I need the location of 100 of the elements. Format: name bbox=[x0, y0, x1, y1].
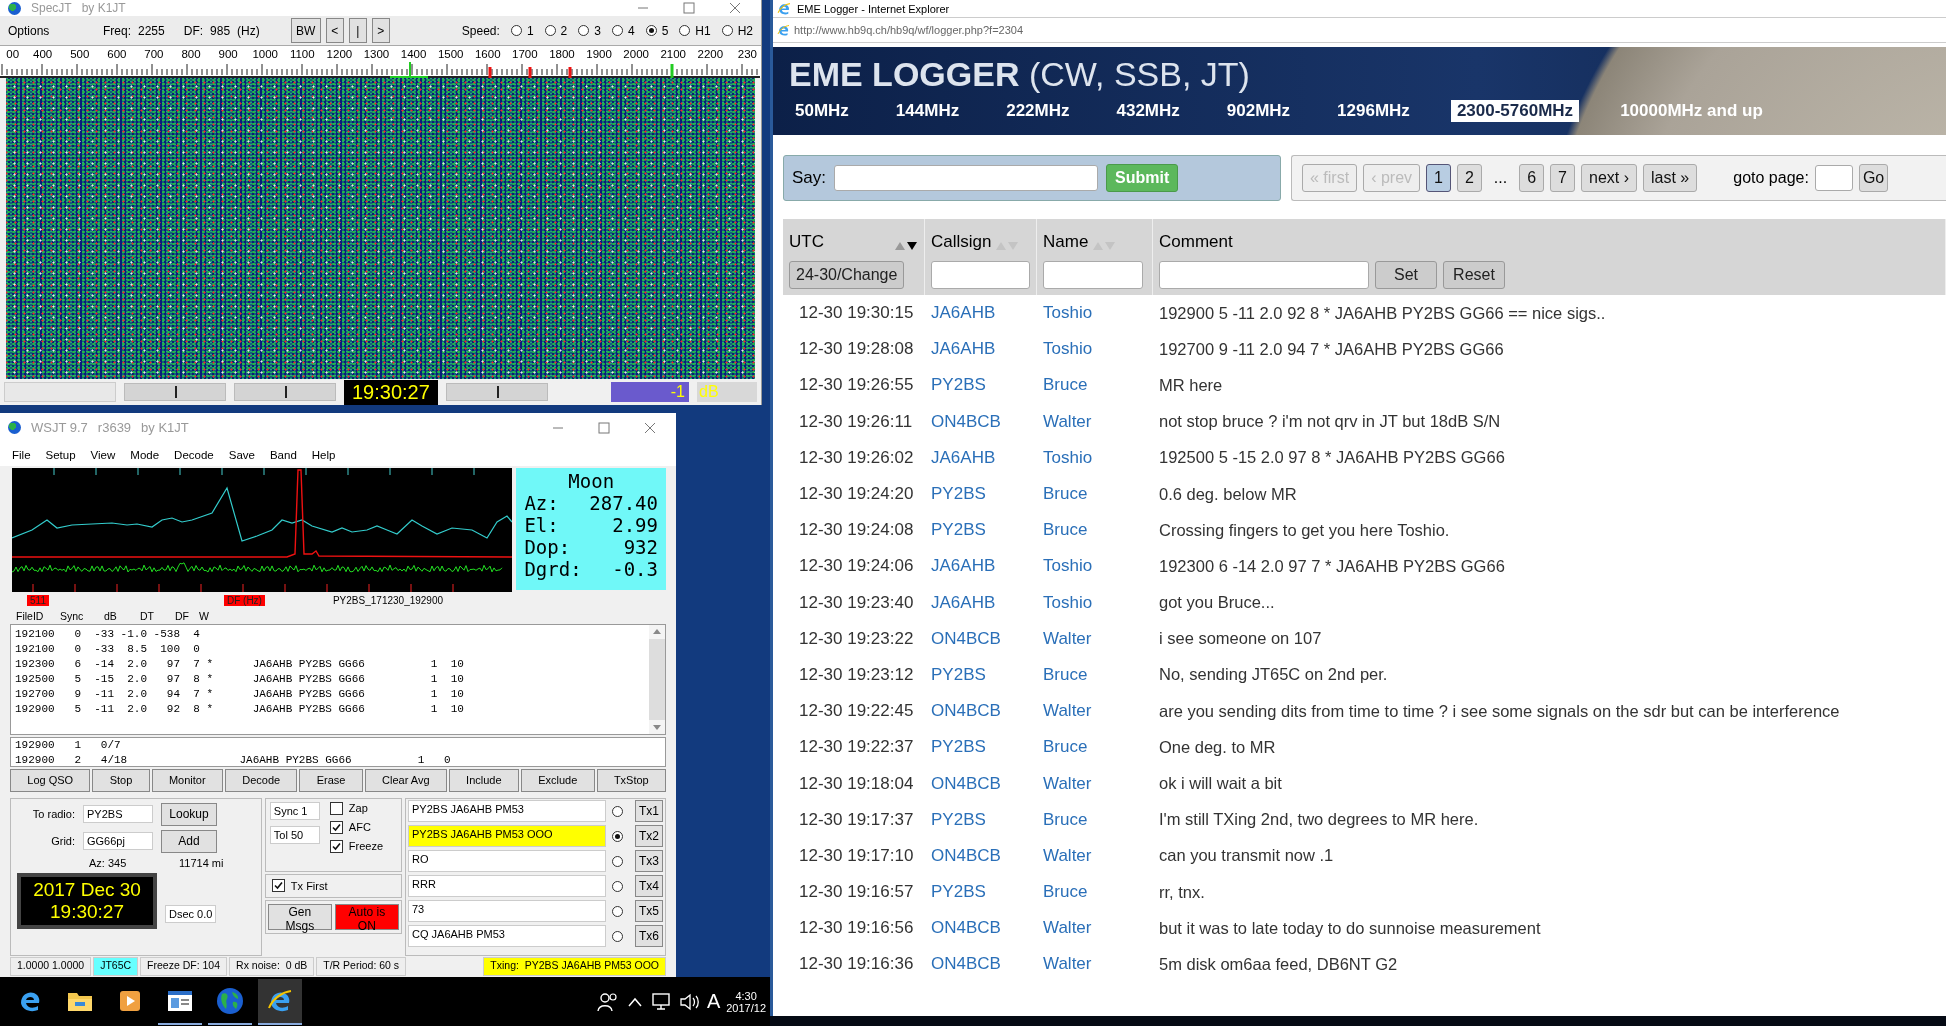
taskbar-date[interactable]: 2017/12 bbox=[726, 1001, 766, 1014]
tolerance-field[interactable]: Tol 50 bbox=[269, 825, 320, 844]
speed-radio[interactable] bbox=[578, 25, 590, 36]
tx-message-field[interactable]: PY2BS JA6AHB PM53 bbox=[408, 800, 606, 823]
network-icon[interactable] bbox=[650, 991, 673, 1012]
callsign-link[interactable]: ON4BCB bbox=[925, 628, 1037, 649]
bw-button[interactable]: BW bbox=[290, 18, 321, 43]
callsign-link[interactable]: JA6AHB bbox=[925, 592, 1037, 613]
auto-button[interactable]: Auto is ON bbox=[334, 903, 399, 930]
callsign-field[interactable]: PY2BS bbox=[83, 805, 153, 824]
say-input[interactable] bbox=[834, 165, 1099, 191]
callsign-link[interactable]: PY2BS bbox=[925, 882, 1037, 903]
sync-field[interactable]: Sync 1 bbox=[269, 801, 320, 820]
slider-track[interactable] bbox=[234, 383, 336, 401]
callsign-link[interactable]: ON4BCB bbox=[925, 845, 1037, 866]
tx-button[interactable]: Tx4 bbox=[635, 875, 663, 898]
speed-radio[interactable] bbox=[611, 25, 623, 36]
page-button[interactable]: next › bbox=[1581, 164, 1637, 192]
action-button[interactable]: Log QSO bbox=[10, 768, 91, 792]
name-link[interactable]: Toshio bbox=[1037, 447, 1153, 468]
band-tab[interactable]: 222MHz bbox=[1000, 100, 1076, 122]
scrollbar[interactable] bbox=[649, 625, 665, 734]
column-header[interactable]: Callsign bbox=[931, 232, 992, 252]
name-link[interactable]: Toshio bbox=[1037, 556, 1153, 577]
callsign-link[interactable]: PY2BS bbox=[925, 375, 1037, 396]
name-link[interactable]: Bruce bbox=[1037, 664, 1153, 685]
scroll-up-icon[interactable] bbox=[649, 625, 665, 639]
close-icon[interactable] bbox=[729, 2, 741, 14]
menu-item[interactable]: Band bbox=[269, 448, 297, 461]
dsec-field[interactable]: Dsec 0.0 bbox=[165, 904, 217, 923]
volume-icon[interactable] bbox=[678, 991, 701, 1012]
input-method-indicator[interactable]: A bbox=[706, 990, 721, 1013]
tx-radio[interactable] bbox=[612, 805, 623, 817]
go-button[interactable]: Go bbox=[1858, 164, 1889, 192]
checkbox[interactable] bbox=[329, 839, 343, 853]
tx-button[interactable]: Tx2 bbox=[635, 825, 663, 848]
tx-message-field[interactable]: RRR bbox=[408, 875, 606, 898]
name-link[interactable]: Walter bbox=[1037, 918, 1153, 939]
band-tab[interactable]: 2300-5760MHz bbox=[1450, 100, 1580, 122]
action-button[interactable]: Stop bbox=[92, 768, 150, 792]
name-link[interactable]: Toshio bbox=[1037, 339, 1153, 360]
action-button[interactable]: Erase bbox=[299, 768, 363, 792]
column-header[interactable]: Name bbox=[1043, 232, 1089, 252]
action-button[interactable]: TxStop bbox=[596, 768, 667, 792]
checkbox[interactable] bbox=[271, 879, 285, 893]
goto-input[interactable] bbox=[1814, 165, 1853, 191]
menu-item[interactable]: Help bbox=[311, 448, 336, 461]
tx-message-field[interactable]: CQ JA6AHB PM53 bbox=[408, 925, 606, 948]
column-header[interactable]: Comment bbox=[1159, 232, 1233, 252]
callsign-link[interactable]: JA6AHB bbox=[925, 339, 1037, 360]
callsign-link[interactable]: JA6AHB bbox=[925, 447, 1037, 468]
callsign-link[interactable]: PY2BS bbox=[925, 520, 1037, 541]
callsign-link[interactable]: JA6AHB bbox=[925, 303, 1037, 324]
date-range-button[interactable]: 24-30/Change bbox=[789, 261, 905, 289]
menu-item[interactable]: Decode bbox=[174, 448, 214, 461]
page-button[interactable]: 1 bbox=[1426, 164, 1451, 192]
column-header[interactable]: UTC bbox=[789, 232, 824, 252]
slider-track[interactable] bbox=[124, 383, 226, 401]
speed-radio[interactable] bbox=[679, 25, 691, 36]
name-link[interactable]: Toshio bbox=[1037, 592, 1153, 613]
nav-button[interactable]: > bbox=[371, 18, 390, 43]
tx-radio[interactable] bbox=[612, 905, 623, 917]
tx-radio[interactable] bbox=[612, 930, 623, 942]
callsign-link[interactable]: PY2BS bbox=[925, 664, 1037, 685]
menu-item[interactable]: Mode bbox=[130, 448, 160, 461]
name-link[interactable]: Walter bbox=[1037, 954, 1153, 975]
page-button[interactable]: last » bbox=[1643, 164, 1698, 192]
taskbar-ie-icon[interactable] bbox=[258, 978, 302, 1025]
page-button[interactable]: 6 bbox=[1519, 164, 1545, 192]
comment-filter-input[interactable] bbox=[1159, 261, 1369, 289]
lookup-button[interactable]: Lookup bbox=[161, 802, 217, 826]
tx-radio[interactable] bbox=[612, 855, 623, 867]
menu-item[interactable]: Setup bbox=[45, 448, 76, 461]
callsign-link[interactable]: PY2BS bbox=[925, 809, 1037, 830]
name-link[interactable]: Bruce bbox=[1037, 520, 1153, 541]
options-menu[interactable]: Options bbox=[8, 23, 98, 38]
tx-button[interactable]: Tx3 bbox=[635, 850, 663, 873]
slider-thumb[interactable] bbox=[496, 386, 499, 398]
people-icon[interactable] bbox=[596, 990, 619, 1013]
reset-button[interactable]: Reset bbox=[1443, 261, 1505, 289]
close-icon[interactable] bbox=[644, 421, 656, 434]
tx-button[interactable]: Tx6 bbox=[635, 925, 663, 948]
name-link[interactable]: Walter bbox=[1037, 845, 1153, 866]
grid-field[interactable]: GG66pj bbox=[83, 832, 153, 851]
tx-message-field[interactable]: 73 bbox=[408, 900, 606, 923]
action-button[interactable]: Decode bbox=[224, 768, 298, 792]
band-tab[interactable]: 902MHz bbox=[1220, 100, 1297, 122]
tx-radio[interactable] bbox=[612, 830, 623, 842]
speed-radio[interactable] bbox=[721, 25, 733, 36]
action-button[interactable]: Exclude bbox=[520, 768, 595, 792]
scroll-down-icon[interactable] bbox=[649, 719, 665, 734]
url-text[interactable]: http://www.hb9q.ch/hb9q/wf/logger.php?f=2304 bbox=[794, 24, 1024, 36]
speed-radio[interactable] bbox=[544, 25, 556, 36]
callsign-link[interactable]: PY2BS bbox=[925, 484, 1037, 505]
name-link[interactable]: Walter bbox=[1037, 773, 1153, 794]
tx-button[interactable]: Tx1 bbox=[635, 800, 663, 823]
name-link[interactable]: Bruce bbox=[1037, 737, 1153, 758]
address-bar[interactable]: http://www.hb9q.ch/hb9q/wf/logger.php?f=2304 bbox=[773, 17, 1946, 43]
callsign-link[interactable]: ON4BCB bbox=[925, 411, 1037, 432]
name-link[interactable]: Bruce bbox=[1037, 375, 1153, 396]
